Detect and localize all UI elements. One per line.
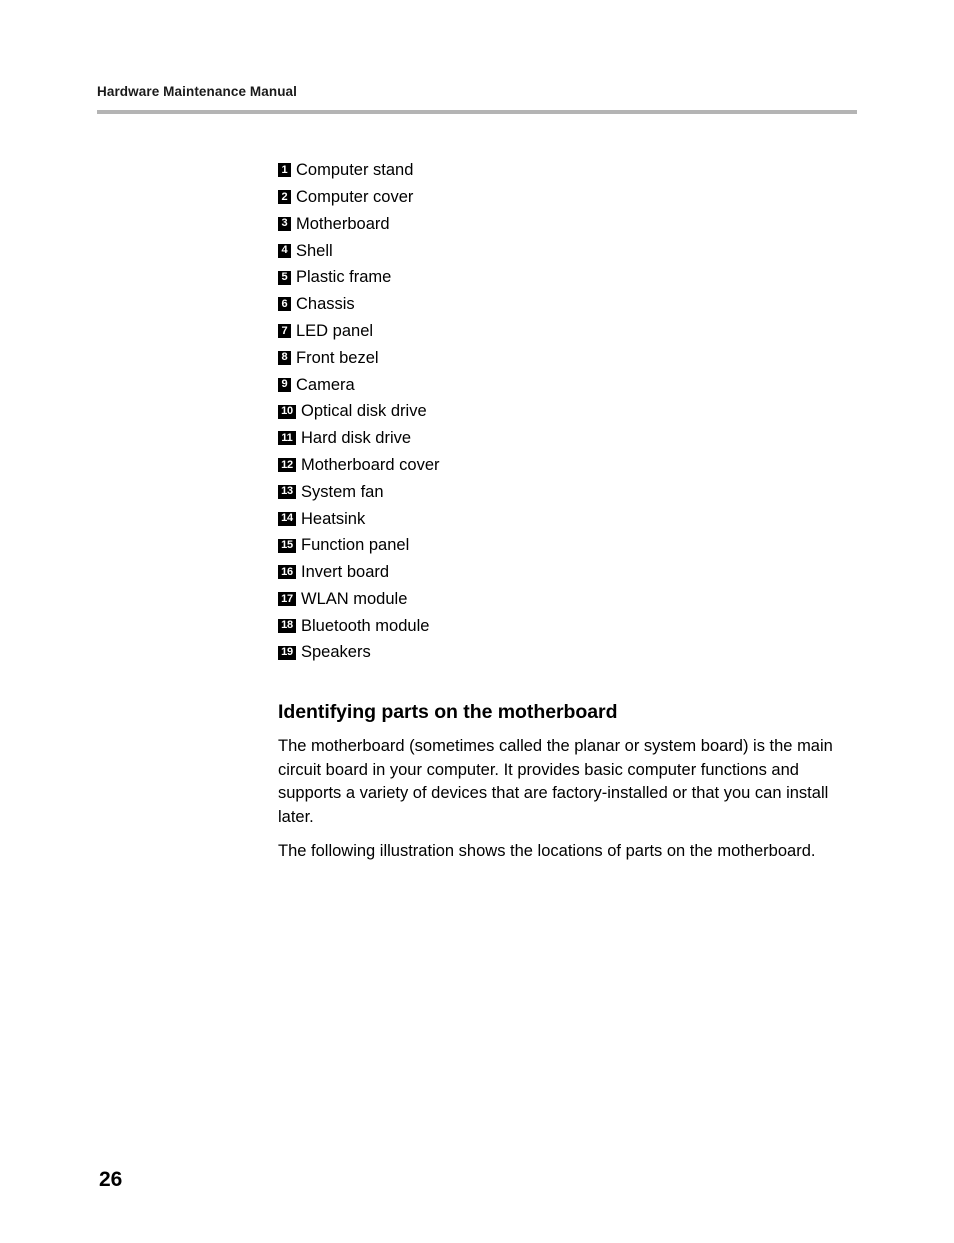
callout-number-badge: 6	[278, 297, 291, 312]
list-item: 13 System fan	[278, 479, 838, 506]
callout-number-badge: 2	[278, 190, 291, 205]
callout-label: Shell	[296, 241, 333, 260]
header-divider-rule	[97, 110, 857, 114]
callout-label: Chassis	[296, 295, 355, 314]
callout-label: Computer cover	[296, 187, 414, 206]
header-title: Hardware Maintenance Manual	[97, 84, 298, 99]
motherboard-section: Identifying parts on the motherboard The…	[278, 700, 858, 873]
list-item: 1 Computer stand	[278, 157, 838, 184]
callout-label: Motherboard	[296, 214, 390, 233]
callout-number-badge: 9	[278, 377, 291, 392]
callout-label: Computer stand	[296, 161, 414, 180]
list-item: 2 Computer cover	[278, 184, 838, 211]
callout-label: System fan	[301, 482, 384, 501]
list-item: 5 Plastic frame	[278, 264, 838, 291]
list-item: 14 Heatsink	[278, 505, 838, 532]
callout-label: LED panel	[296, 321, 374, 340]
callout-number-badge: 8	[278, 350, 291, 365]
section-paragraph-2: The following illustration shows the loc…	[278, 842, 816, 861]
list-item: 3 Motherboard	[278, 211, 838, 238]
callout-number-badge: 1	[278, 163, 291, 178]
callout-number-badge: 10	[278, 404, 296, 419]
document-page: Hardware Maintenance Manual 1 Computer st…	[0, 0, 954, 1243]
list-item: 12 Motherboard cover	[278, 452, 838, 479]
list-item: 4 Shell	[278, 237, 838, 264]
list-item: 19 Speakers	[278, 639, 838, 666]
parts-callout-list: 1 Computer stand 2 Computer cover 3 Motherboa…	[278, 157, 838, 666]
callout-label: Invert board	[301, 563, 390, 582]
callout-number-badge: 17	[278, 592, 296, 607]
list-item: 7 LED panel	[278, 318, 838, 345]
callout-number-badge: 3	[278, 216, 291, 231]
callout-number-badge: 12	[278, 458, 296, 473]
callout-number-badge: 13	[278, 484, 296, 499]
callout-label: Front bezel	[296, 348, 379, 367]
callout-label: WLAN module	[301, 589, 408, 608]
running-header: Hardware Maintenance Manual	[97, 84, 857, 100]
callout-number-badge: 4	[278, 243, 291, 258]
callout-number-badge: 15	[278, 538, 296, 553]
callout-label: Hard disk drive	[301, 429, 412, 448]
callout-number-badge: 5	[278, 270, 291, 285]
callout-number-badge: 14	[278, 511, 296, 526]
callout-label: Function panel	[301, 536, 410, 555]
section-paragraph-1: The motherboard (sometimes called the pl…	[278, 737, 833, 826]
callout-number-badge: 7	[278, 324, 291, 339]
callout-label: Plastic frame	[296, 268, 392, 287]
page-number: 26	[99, 1168, 123, 1191]
list-item: 18 Bluetooth module	[278, 613, 838, 640]
list-item: 9 Camera	[278, 371, 838, 398]
list-item: 8 Front bezel	[278, 345, 838, 372]
callout-label: Camera	[296, 375, 355, 394]
callout-number-badge: 18	[278, 618, 296, 633]
list-item: 16 Invert board	[278, 559, 838, 586]
list-item: 15 Function panel	[278, 532, 838, 559]
callout-label: Optical disk drive	[301, 402, 427, 421]
list-item: 6 Chassis	[278, 291, 838, 318]
callout-number-badge: 11	[278, 431, 296, 446]
callout-label: Motherboard cover	[301, 455, 440, 474]
section-heading: Identifying parts on the motherboard	[278, 701, 618, 723]
callout-number-badge: 16	[278, 565, 296, 580]
callout-label: Speakers	[301, 643, 371, 662]
callout-label: Bluetooth module	[301, 616, 430, 635]
callout-number-badge: 19	[278, 645, 296, 660]
list-item: 11 Hard disk drive	[278, 425, 838, 452]
callout-label: Heatsink	[301, 509, 366, 528]
list-item: 10 Optical disk drive	[278, 398, 838, 425]
list-item: 17 WLAN module	[278, 586, 838, 613]
